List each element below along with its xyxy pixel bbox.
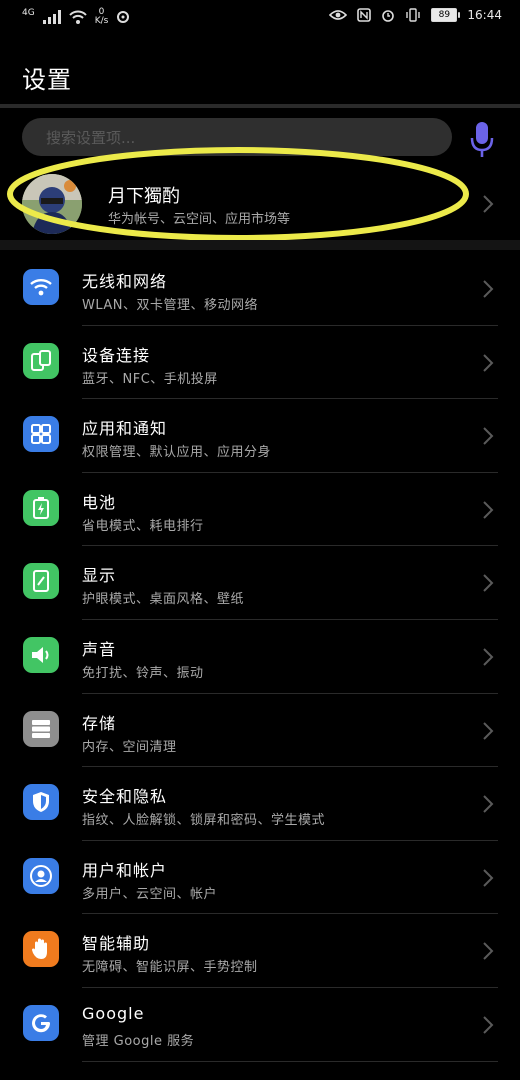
chevron-right-icon bbox=[483, 427, 494, 445]
nfc-icon bbox=[357, 8, 372, 22]
battery-indicator: 89 bbox=[431, 8, 461, 22]
item-title: 显示 bbox=[82, 566, 117, 586]
alarm-icon bbox=[382, 10, 395, 22]
page-title: 设置 bbox=[22, 66, 72, 94]
item-title: 智能辅助 bbox=[82, 934, 151, 954]
status-bar: 4G 0 K/s 89 16:44 bbox=[0, 0, 520, 40]
chevron-right-icon bbox=[483, 721, 494, 740]
account-name: 月下獨酌 bbox=[108, 186, 180, 207]
item-subtitle: 免打扰、铃声、振动 bbox=[82, 665, 204, 681]
network-speed: 0 K/s bbox=[94, 7, 109, 26]
item-subtitle: 权限管理、默认应用、应用分身 bbox=[82, 445, 272, 461]
apps-icon bbox=[23, 416, 59, 453]
chevron-right-icon bbox=[483, 648, 494, 666]
header-divider bbox=[0, 104, 520, 108]
settings-item-users[interactable]: 用户和帐户 多用户、云空间、帐户 bbox=[0, 841, 520, 915]
row-divider bbox=[82, 1060, 498, 1062]
settings-item-storage[interactable]: 存储 内存、空间清理 bbox=[0, 694, 520, 768]
item-subtitle: 无障碍、智能识屏、手势控制 bbox=[82, 960, 258, 976]
display-icon bbox=[23, 563, 59, 600]
chevron-right-icon bbox=[483, 869, 494, 887]
sound-icon bbox=[23, 636, 59, 673]
wifi-status-icon bbox=[68, 10, 87, 24]
chevron-right-icon bbox=[483, 501, 494, 519]
item-title: Google bbox=[82, 1003, 145, 1023]
settings-item-security[interactable]: 安全和隐私 指纹、人脸解锁、锁屏和密码、学生模式 bbox=[0, 767, 520, 841]
settings-item-device-connection[interactable]: 设备连接 蓝牙、NFC、手机投屏 bbox=[0, 326, 520, 400]
settings-list: 无线和网络 WLAN、双卡管理、移动网络 设备连接 蓝牙、NFC、手机投屏 应用… bbox=[0, 252, 520, 1062]
account-row[interactable]: 月下獨酌 华为帐号、云空间、应用市场等 bbox=[0, 160, 520, 248]
chevron-right-icon bbox=[483, 574, 494, 593]
settings-item-wireless[interactable]: 无线和网络 WLAN、双卡管理、移动网络 bbox=[0, 252, 520, 326]
signal-icon bbox=[42, 10, 61, 24]
settings-item-sound[interactable]: 声音 免打扰、铃声、振动 bbox=[0, 620, 520, 694]
item-title: 声音 bbox=[82, 639, 117, 659]
item-title: 用户和帐户 bbox=[82, 860, 168, 880]
account-subtitle: 华为帐号、云空间、应用市场等 bbox=[108, 212, 291, 227]
item-title: 无线和网络 bbox=[82, 272, 168, 291]
hand-icon bbox=[23, 931, 59, 968]
avatar bbox=[22, 174, 82, 234]
item-title: 电池 bbox=[82, 492, 117, 512]
item-subtitle: 护眼模式、桌面风格、壁纸 bbox=[82, 592, 245, 608]
device-connect-icon bbox=[23, 342, 59, 379]
microphone-icon[interactable] bbox=[468, 120, 496, 160]
settings-item-apps[interactable]: 应用和通知 权限管理、默认应用、应用分身 bbox=[0, 399, 520, 473]
wifi-icon bbox=[23, 269, 59, 305]
item-subtitle: 多用户、云空间、帐户 bbox=[82, 886, 218, 902]
eye-comfort-icon bbox=[329, 10, 348, 20]
battery-icon bbox=[23, 489, 59, 526]
user-icon bbox=[23, 857, 59, 894]
chevron-right-icon bbox=[483, 280, 494, 298]
item-subtitle: 省电模式、耗电排行 bbox=[82, 518, 204, 534]
item-subtitle: 管理 Google 服务 bbox=[82, 1033, 195, 1049]
settings-item-smart-assist[interactable]: 智能辅助 无障碍、智能识屏、手势控制 bbox=[0, 914, 520, 988]
settings-item-battery[interactable]: 电池 省电模式、耗电排行 bbox=[0, 473, 520, 547]
search-input[interactable] bbox=[44, 118, 438, 158]
chevron-right-icon bbox=[483, 353, 494, 372]
section-divider bbox=[0, 240, 520, 250]
sync-icon bbox=[117, 11, 130, 23]
item-subtitle: 指纹、人脸解锁、锁屏和密码、学生模式 bbox=[82, 813, 326, 829]
item-title: 安全和隐私 bbox=[82, 787, 168, 807]
google-icon bbox=[23, 1004, 59, 1041]
item-subtitle: 内存、空间清理 bbox=[82, 739, 177, 755]
item-subtitle: WLAN、双卡管理、移动网络 bbox=[82, 298, 259, 313]
item-title: 应用和通知 bbox=[82, 419, 168, 439]
chevron-right-icon bbox=[483, 195, 494, 213]
settings-item-google[interactable]: Google 管理 Google 服务 bbox=[0, 988, 520, 1062]
chevron-right-icon bbox=[483, 942, 494, 961]
search-bar[interactable] bbox=[22, 118, 452, 158]
chevron-right-icon bbox=[483, 1016, 494, 1034]
item-title: 存储 bbox=[82, 713, 117, 733]
clock: 16:44 bbox=[467, 8, 502, 22]
storage-icon bbox=[23, 710, 59, 747]
item-subtitle: 蓝牙、NFC、手机投屏 bbox=[82, 371, 218, 387]
network-type: 4G bbox=[22, 8, 35, 18]
item-title: 设备连接 bbox=[82, 345, 151, 365]
vibrate-icon bbox=[406, 8, 421, 22]
settings-item-display[interactable]: 显示 护眼模式、桌面风格、壁纸 bbox=[0, 546, 520, 620]
shield-icon bbox=[23, 784, 59, 821]
chevron-right-icon bbox=[483, 795, 494, 813]
